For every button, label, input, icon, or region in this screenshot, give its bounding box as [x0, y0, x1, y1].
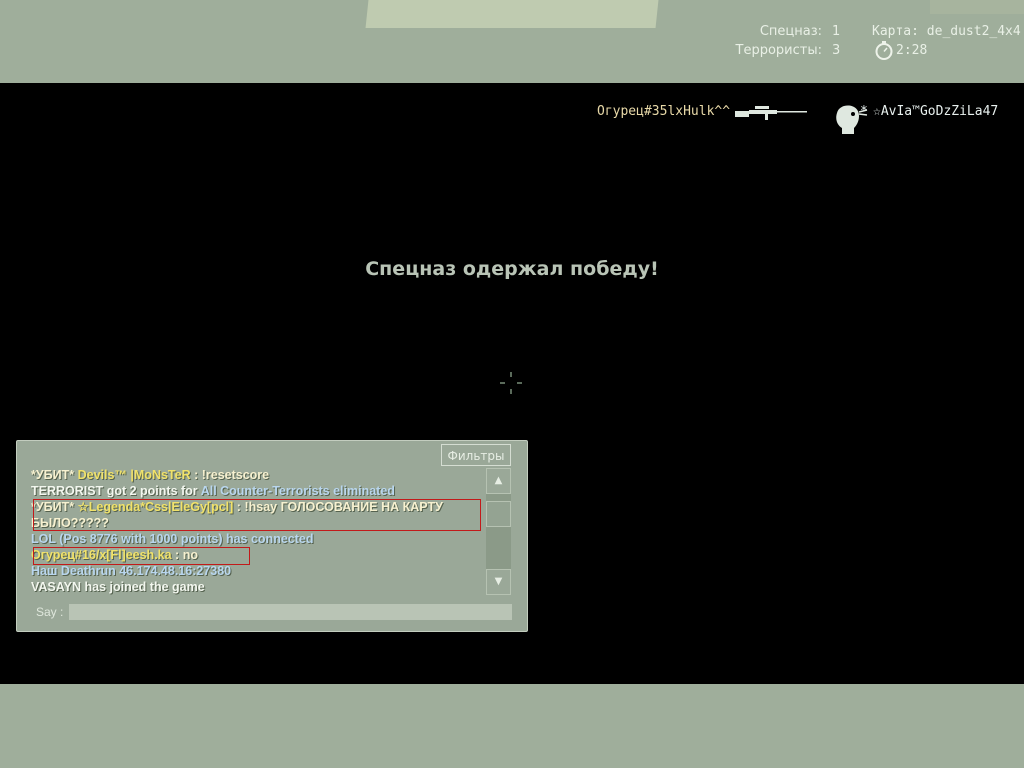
sniper-rifle-icon	[735, 106, 807, 120]
sky-patch	[365, 0, 659, 28]
scroll-thumb[interactable]	[486, 501, 511, 527]
chat-text: LOL (Pos 8776 with 1000 points) has conn…	[31, 532, 314, 546]
crosshair-icon	[500, 372, 522, 394]
chat-line: VASAYN has joined the game	[31, 579, 499, 595]
chat-scrollbar[interactable]: ▲ ▼	[486, 468, 511, 595]
highlight-box	[33, 547, 250, 565]
ct-label: Спецназ:	[759, 24, 822, 39]
chat-highlight: All Counter-Terrorists eliminated	[200, 484, 395, 498]
killfeed-attacker: Огурец#35lxHulk^^	[597, 104, 731, 119]
say-label: Say :	[36, 605, 64, 619]
ct-score: 1	[832, 24, 841, 39]
filters-button[interactable]: Фильтры	[441, 444, 511, 466]
chat-line: Наш Deathrun 46.174.48.16:27380	[31, 563, 499, 579]
chat-line: LOL (Pos 8776 with 1000 points) has conn…	[31, 531, 499, 547]
say-input[interactable]	[69, 604, 512, 620]
scroll-up-icon[interactable]: ▲	[486, 468, 511, 494]
chat-history: *УБИТ* Devils™ |MoNsTeR : !resetscore TE…	[31, 467, 499, 595]
t-label: Террористы:	[735, 43, 822, 58]
bottom-world-view	[0, 684, 1024, 768]
chat-text: !resetscore	[201, 468, 270, 482]
killfeed-victim-prefix: *	[860, 104, 868, 119]
stopwatch-icon	[875, 41, 893, 60]
scroll-down-icon[interactable]: ▼	[486, 569, 511, 595]
chat-panel: Фильтры *УБИТ* Devils™ |MoNsTeR : !reset…	[16, 440, 528, 632]
chat-text: VASAYN has joined the game	[31, 580, 205, 594]
dead-tag: *УБИТ*	[31, 468, 75, 482]
map-name: Карта: de_dust2_4x4	[872, 24, 1021, 39]
chat-text: Наш Deathrun 46.174.48.16:27380	[31, 564, 232, 578]
t-score: 3	[832, 43, 841, 58]
round-result-message: Спецназ одержал победу!	[365, 258, 659, 280]
chat-text: TERRORIST got 2 points for	[31, 484, 198, 498]
chat-separator: :	[190, 468, 202, 482]
chat-line: TERRORIST got 2 points for All Counter-T…	[31, 483, 499, 499]
chat-line: *УБИТ* Devils™ |MoNsTeR : !resetscore	[31, 467, 499, 483]
wall-patch	[930, 0, 1024, 14]
killfeed-victim: ☆AvIa™GoDzZiLa47	[873, 104, 999, 119]
round-timer: 2:28	[896, 43, 928, 58]
player-name: Devils™ |MoNsTeR	[77, 468, 191, 482]
top-world-view	[0, 0, 1024, 83]
highlight-box	[33, 499, 481, 531]
